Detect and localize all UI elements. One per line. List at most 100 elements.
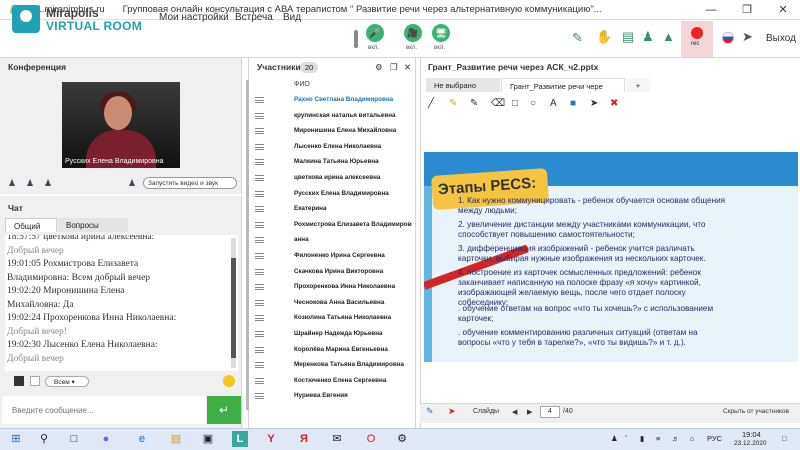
recipient-select[interactable]: Всем ▾ (45, 376, 89, 387)
drag-handle-icon[interactable] (255, 268, 264, 275)
drag-handle-icon[interactable] (255, 206, 264, 213)
tab-questions[interactable]: Вопросы (58, 218, 128, 232)
user-move-icon[interactable]: ♟ (44, 178, 52, 189)
restore-icon[interactable]: ❐ (730, 0, 764, 20)
participant-row[interactable]: Меренкова Татьяна Владимировна (252, 358, 414, 373)
participant-row[interactable]: Скачкова Ирина Викторовна (252, 265, 414, 280)
notifications-icon[interactable]: □ (782, 434, 787, 443)
tray-network-icon[interactable]: ≡ (656, 434, 660, 443)
opera-icon[interactable]: O (363, 431, 379, 447)
participant-row[interactable]: Костюченко Елена Сергеевна (252, 374, 414, 389)
store-icon[interactable]: ▣ (200, 431, 216, 447)
camera-button[interactable]: 🎥 (404, 24, 422, 42)
maximize-icon[interactable]: ❐ (390, 62, 398, 73)
tray-user-icon[interactable]: ♟ (611, 434, 618, 443)
participants-scrollbar[interactable] (246, 80, 249, 410)
search-icon[interactable]: ⚲ (36, 431, 52, 447)
participant-row[interactable]: Нуриева Евгения (252, 389, 414, 404)
start-video-dropdown[interactable]: Запустить видео и звук (143, 177, 237, 189)
tray-time[interactable]: 19:04 (742, 430, 761, 439)
participant-row[interactable]: Шрайнер Надежда Юрьевна (252, 327, 414, 342)
drag-handle-icon[interactable] (255, 112, 264, 119)
participant-row[interactable]: анна (252, 233, 414, 248)
participant-row[interactable]: Прохоренкова Инна Николаевна (252, 280, 414, 295)
participant-row[interactable]: Рахно Светлана Владимировна (252, 93, 414, 108)
participant-row[interactable]: Рохмистрова Елизавета Владимировна (252, 218, 414, 233)
drag-handle-icon[interactable] (255, 190, 264, 197)
user-icon[interactable]: ♟ (642, 29, 654, 45)
drag-handle-icon[interactable] (255, 175, 264, 181)
alice-icon[interactable]: ● (98, 431, 114, 447)
stamp-tool-icon[interactable]: ■ (570, 98, 576, 109)
drag-handle-icon[interactable] (255, 362, 264, 369)
page-number-input[interactable]: 4 (540, 406, 560, 418)
hide-from-participants[interactable]: Скрыть от участников (723, 408, 789, 415)
pen-tool-icon[interactable]: ╱ (428, 98, 434, 109)
edge-icon[interactable]: e (134, 431, 150, 447)
close-icon[interactable]: ✕ (766, 0, 800, 20)
app-l-icon[interactable]: L (232, 431, 248, 447)
participant-row[interactable]: Малкина Татьяна Юрьевна (252, 155, 414, 170)
tray-up-icon[interactable]: ˆ (625, 434, 628, 443)
settings-gear-icon[interactable]: ⚙ (394, 431, 410, 447)
participant-row[interactable]: крупинская наталья витальевна (252, 109, 414, 124)
tray-wifi-icon[interactable]: ⌂ (690, 434, 695, 443)
file-explorer-icon[interactable]: ▤ (168, 431, 184, 447)
participant-row[interactable]: Филоненко Ирина Сергеевна (252, 249, 414, 264)
participant-row[interactable]: Миронишина Елена Михайловна (252, 124, 414, 139)
drag-handle-icon[interactable] (255, 159, 264, 166)
clear-tool-icon[interactable]: ✖ (610, 98, 618, 109)
drag-handle-icon[interactable] (255, 299, 264, 306)
drag-handle-icon[interactable] (255, 284, 264, 291)
users-icon[interactable]: ♟ (8, 178, 16, 189)
mic-button[interactable]: 🎤 (366, 24, 384, 42)
pencil-icon[interactable]: ✎ (572, 30, 583, 46)
draw-mode-icon[interactable]: ✎ (426, 406, 434, 417)
tab-general[interactable]: Общий (5, 218, 57, 232)
tab-presentation[interactable]: Грант_Развитие речи чере (501, 78, 625, 92)
tab-not-selected[interactable]: Не выбрано (426, 78, 500, 92)
stats-icon[interactable]: ▤ (622, 29, 634, 45)
language-flag-icon[interactable] (722, 32, 734, 44)
video-tile[interactable]: Русских Елена Владимировна (62, 82, 180, 168)
cursor-mode-icon[interactable]: ➤ (448, 406, 456, 417)
menu-settings[interactable]: Мои настройки (159, 12, 229, 23)
drag-handle-icon[interactable] (255, 97, 264, 103)
panel-close-icon[interactable]: ✕ (404, 62, 411, 73)
send-button[interactable]: ↵ (207, 396, 241, 424)
next-slide-icon[interactable]: ▶ (527, 408, 532, 416)
prev-slide-icon[interactable]: ◀ (512, 408, 517, 416)
drag-handle-icon[interactable] (255, 331, 264, 337)
slides-label[interactable]: Слайды (473, 408, 499, 415)
menu-view[interactable]: Вид (283, 12, 301, 23)
tray-battery-icon[interactable]: ▮ (640, 434, 644, 443)
participant-row[interactable]: Королёва Марина Евгеньевна (252, 343, 414, 358)
text-tool-icon[interactable]: A (550, 98, 557, 109)
text-color-icon[interactable] (14, 376, 24, 386)
chat-scrollbar[interactable] (231, 238, 236, 368)
mail-icon[interactable]: ✉ (329, 431, 345, 447)
marker-tool-icon[interactable]: ✎ (449, 98, 457, 109)
drag-handle-icon[interactable] (255, 128, 264, 135)
ellipse-tool-icon[interactable]: ○ (530, 98, 536, 109)
tray-sound-icon[interactable]: ♬ (672, 434, 680, 443)
drag-handle-icon[interactable] (255, 237, 264, 244)
drag-handle-icon[interactable] (255, 143, 264, 150)
drag-handle-icon[interactable] (255, 221, 264, 228)
participant-row[interactable]: Чеснокова Анна Васильевна (252, 296, 414, 311)
tray-date[interactable]: 23.12.2020 (734, 440, 767, 447)
message-input[interactable] (2, 396, 206, 424)
drag-handle-icon[interactable] (255, 393, 264, 400)
column-fio[interactable]: ФИО (294, 81, 310, 88)
screen-share-button[interactable]: 🖥 (432, 24, 450, 42)
minimize-icon[interactable]: — (694, 0, 728, 20)
participant-row[interactable]: Лысенко Елена Николаевна (252, 140, 414, 155)
task-view-icon[interactable]: □ (66, 431, 82, 447)
add-tab-button[interactable]: + (626, 78, 650, 92)
tray-language[interactable]: РУС (707, 434, 722, 443)
highlighter-tool-icon[interactable]: ✎ (470, 98, 478, 109)
layers-icon[interactable]: ▲ (662, 29, 675, 44)
yandex-icon[interactable]: Я (296, 431, 312, 447)
hand-icon[interactable]: ✋ (596, 29, 612, 45)
eraser-tool-icon[interactable]: ⌫ (491, 98, 505, 109)
